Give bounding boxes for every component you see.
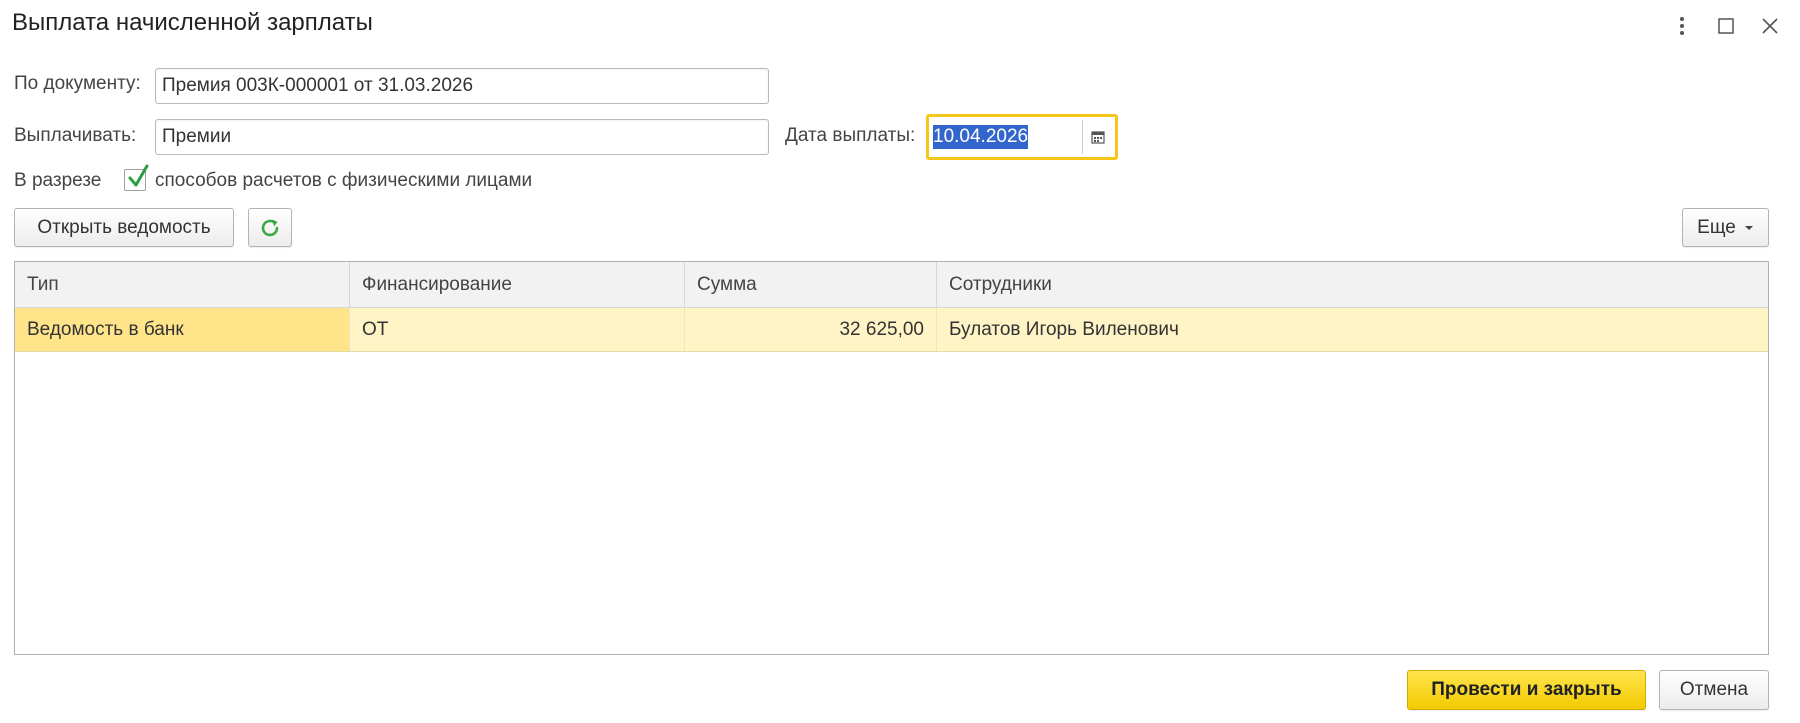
refresh-button[interactable] <box>248 208 292 247</box>
refresh-icon <box>261 219 279 236</box>
cancel-button[interactable]: Отмена <box>1659 670 1769 710</box>
chevron-down-icon <box>1744 225 1753 230</box>
pay-value: Премии <box>162 126 232 147</box>
more-menu-button[interactable] <box>1668 12 1696 40</box>
column-header-financing[interactable]: Финансирование <box>350 262 685 307</box>
breakdown-checkbox[interactable] <box>124 164 149 191</box>
cell-financing[interactable]: ОТ <box>350 308 685 351</box>
payments-table[interactable]: Тип Финансирование Сумма Сотрудники Ведо… <box>14 261 1769 655</box>
date-value: 10.04.2026 <box>933 125 1029 149</box>
pay-label: Выплачивать: <box>14 125 137 146</box>
cancel-label: Отмена <box>1679 679 1749 700</box>
document-value: Премия 003К-000001 от 31.03.2026 <box>162 75 474 96</box>
window-title: Выплата начисленной зарплаты <box>12 9 373 36</box>
more-button[interactable]: Еще <box>1682 208 1769 247</box>
close-icon <box>1762 18 1778 34</box>
breakdown-label: В разрезе <box>14 170 102 191</box>
cell-employees[interactable]: Булатов Игорь Виленович <box>937 308 1768 351</box>
post-and-close-button[interactable]: Провести и закрыть <box>1407 670 1646 710</box>
pay-field[interactable]: Премии <box>155 119 769 155</box>
post-and-close-label: Провести и закрыть <box>1431 679 1622 700</box>
date-field[interactable]: 10.04.2026 <box>926 114 1118 160</box>
open-statement-label: Открыть ведомость <box>37 216 211 238</box>
column-header-amount[interactable]: Сумма <box>685 262 937 307</box>
document-field[interactable]: Премия 003К-000001 от 31.03.2026 <box>155 68 769 104</box>
table-header: Тип Финансирование Сумма Сотрудники <box>15 262 1768 308</box>
calendar-button[interactable] <box>1082 120 1112 154</box>
column-header-type[interactable]: Тип <box>15 262 350 307</box>
document-label: По документу: <box>14 73 141 94</box>
cell-type[interactable]: Ведомость в банк <box>15 308 350 351</box>
breakdown-checkbox-label[interactable]: способов расчетов с физическими лицами <box>155 170 532 192</box>
maximize-icon <box>1718 18 1734 34</box>
table-row[interactable]: Ведомость в банк ОТ 32 625,00 Булатов Иг… <box>15 308 1768 352</box>
cell-amount[interactable]: 32 625,00 <box>685 308 937 351</box>
calendar-icon <box>1090 131 1105 144</box>
more-label: Еще <box>1697 216 1736 238</box>
open-statement-button[interactable]: Открыть ведомость <box>14 208 234 247</box>
close-button[interactable] <box>1756 12 1784 40</box>
more-vertical-icon <box>1680 17 1684 35</box>
date-label: Дата выплаты: <box>785 125 916 146</box>
checkmark-icon <box>128 164 149 187</box>
date-input[interactable]: 10.04.2026 <box>933 121 1085 153</box>
maximize-button[interactable] <box>1712 12 1740 40</box>
column-header-employees[interactable]: Сотрудники <box>937 262 1768 307</box>
